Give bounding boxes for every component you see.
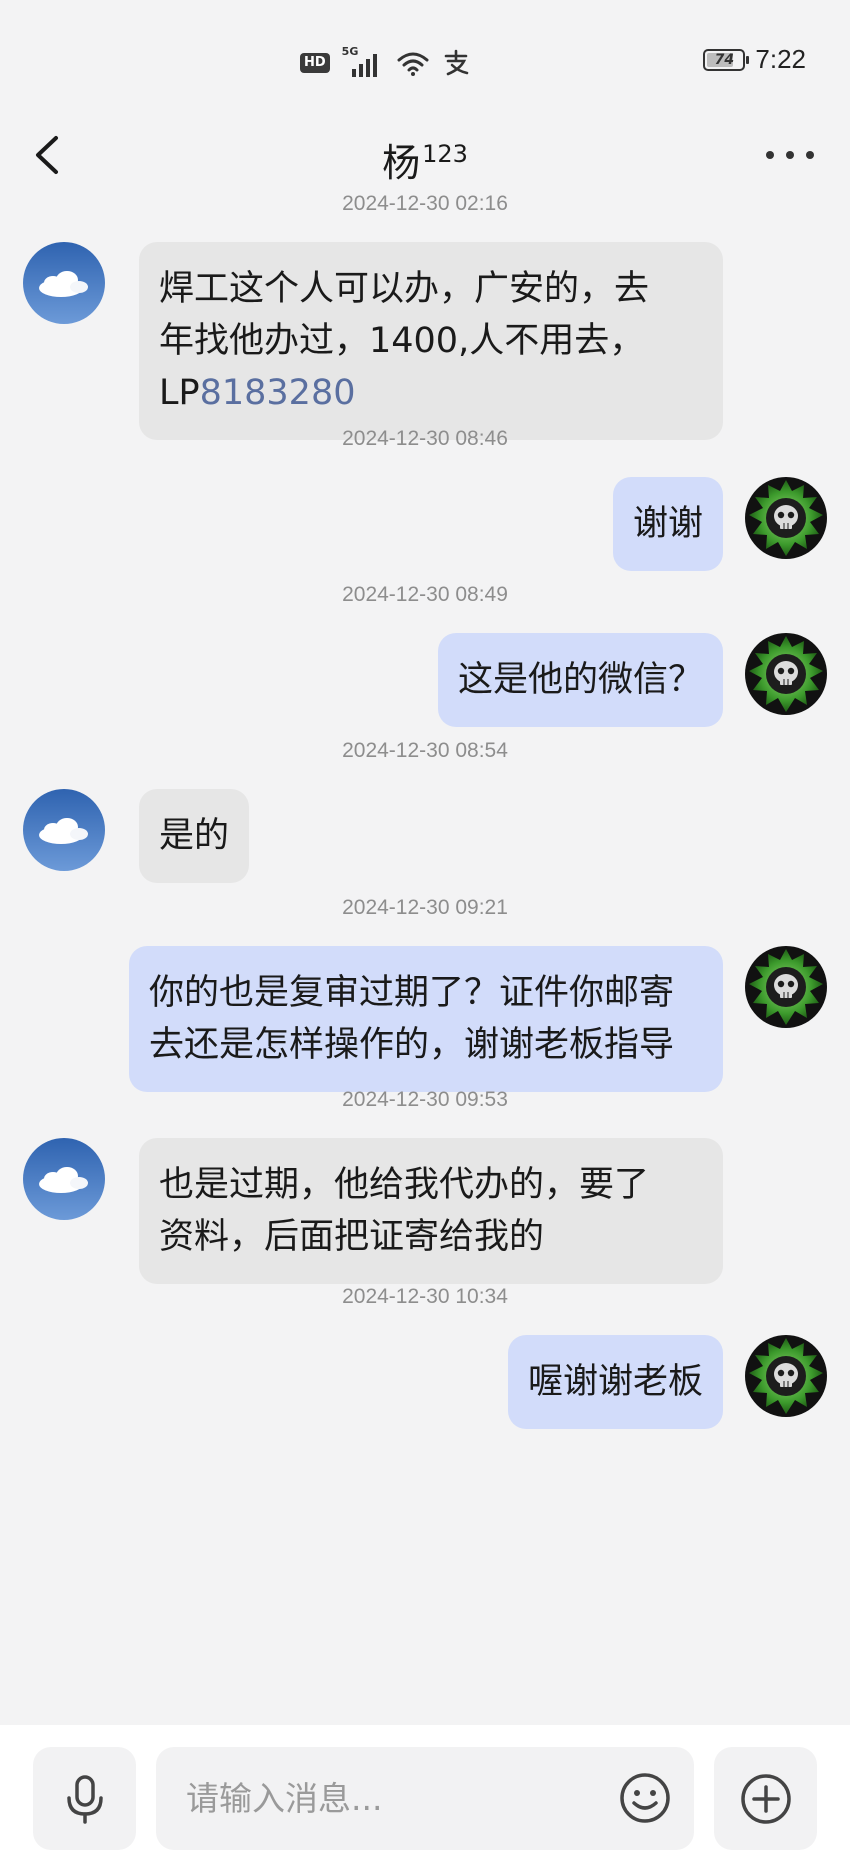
message-timestamp: 2024-12-30 09:21 (342, 896, 508, 919)
status-icons: HD 5G (300, 45, 470, 80)
message-text: 谢谢 (632, 504, 703, 544)
message-line: 焊工这个人可以办，广安的，去 (159, 269, 650, 309)
microphone-icon (66, 1774, 103, 1824)
input-bar (0, 1725, 850, 1870)
contact-avatar[interactable] (23, 789, 105, 871)
message-bubble[interactable]: 喔谢谢老板 (507, 1335, 723, 1429)
message-line: 资料，后面把证寄给我的 (159, 1217, 545, 1257)
message-bubble[interactable]: 这是他的微信？ (437, 633, 723, 727)
wifi-icon (397, 52, 429, 76)
chat-title: 杨123 (0, 132, 850, 187)
status-bar: HD 5G 74 7:22 (0, 0, 850, 110)
my-avatar[interactable] (745, 633, 827, 715)
contact-name-suffix: 123 (422, 140, 468, 169)
more-actions-button[interactable] (714, 1747, 817, 1850)
phone-number-link[interactable]: 8183280 (200, 373, 356, 413)
contact-avatar[interactable] (23, 1138, 105, 1220)
message-line: 年找他办过，1400,人不用去， (159, 321, 645, 361)
battery-icon: 74 (703, 48, 750, 71)
chat-header: 杨123 (0, 110, 850, 200)
message-bubble[interactable]: 谢谢 (612, 477, 723, 571)
message-bubble[interactable]: 也是过期，他给我代办的，要了 资料，后面把证寄给我的 (139, 1138, 723, 1284)
message-input-box[interactable] (156, 1747, 694, 1850)
smiley-icon (620, 1773, 670, 1823)
signal-icon: 5G (342, 45, 384, 77)
message-line: 也是过期，他给我代办的，要了 (159, 1165, 650, 1205)
message-text: 这是他的微信？ (457, 660, 703, 700)
message-timestamp: 2024-12-30 08:49 (342, 583, 508, 606)
clock: 7:22 (755, 44, 806, 74)
my-avatar[interactable] (745, 1335, 827, 1417)
message-timestamp: 2024-12-30 08:46 (342, 427, 508, 450)
contact-avatar[interactable] (23, 242, 105, 324)
message-list[interactable]: 2024-12-30 02:16 焊工这个人可以办，广安的，去 年找他办过，14… (0, 192, 850, 1725)
message-line: 你的也是复审过期了？证件你邮寄 (149, 973, 675, 1013)
my-avatar[interactable] (745, 946, 827, 1028)
voice-button[interactable] (33, 1747, 136, 1850)
plus-circle-icon (740, 1773, 791, 1824)
hd-icon: HD (300, 53, 330, 73)
more-button[interactable] (766, 140, 814, 170)
battery-text: 74 (714, 51, 735, 68)
message-bubble[interactable]: 是的 (139, 789, 250, 883)
message-bubble[interactable]: 你的也是复审过期了？证件你邮寄 去还是怎样操作的，谢谢老板指导 (129, 946, 723, 1092)
message-text: 是的 (159, 816, 230, 856)
message-line: LP8183280 (159, 367, 703, 419)
message-text: 喔谢谢老板 (527, 1362, 703, 1402)
contact-name: 杨 (382, 141, 421, 185)
message-input[interactable] (186, 1747, 606, 1850)
emoji-button[interactable] (618, 1771, 672, 1825)
status-right: 74 7:22 (703, 44, 806, 75)
message-timestamp: 2024-12-30 02:16 (342, 192, 508, 215)
more-horizontal-icon (766, 151, 774, 159)
message-timestamp: 2024-12-30 10:34 (342, 1285, 508, 1308)
message-timestamp: 2024-12-30 09:53 (342, 1088, 508, 1111)
message-line: 去还是怎样操作的，谢谢老板指导 (149, 1025, 675, 1065)
lp-prefix: LP (159, 373, 200, 413)
message-bubble[interactable]: 焊工这个人可以办，广安的，去 年找他办过，1400,人不用去， LP818328… (139, 242, 723, 440)
alipay-icon (444, 49, 468, 76)
message-timestamp: 2024-12-30 08:54 (342, 739, 508, 762)
my-avatar[interactable] (745, 477, 827, 559)
